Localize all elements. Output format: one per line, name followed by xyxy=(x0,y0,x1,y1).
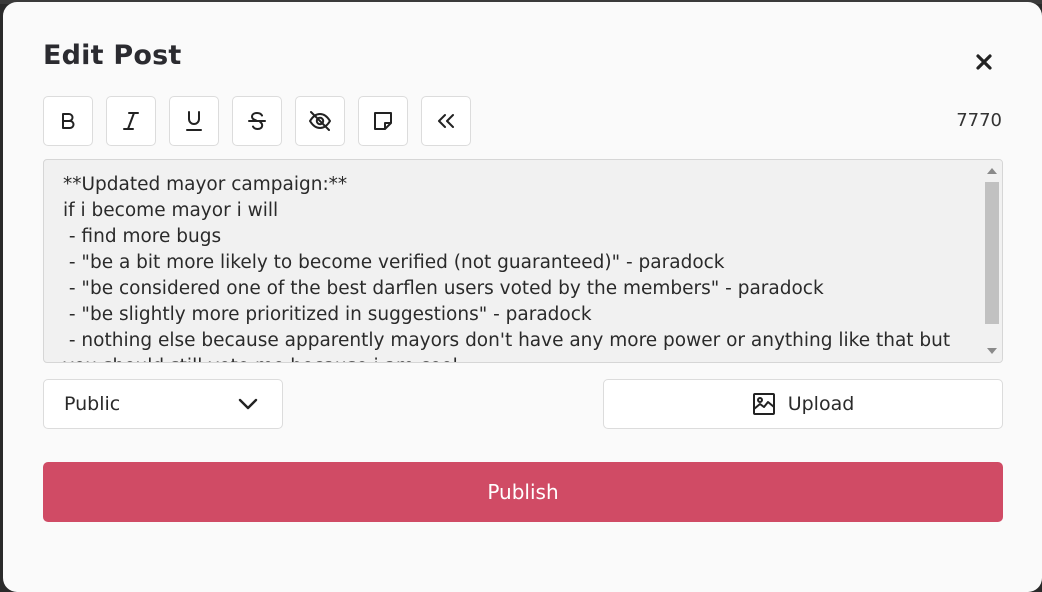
character-counter: 7770 xyxy=(956,110,1002,131)
italic-icon xyxy=(123,112,139,130)
sticky-note-icon xyxy=(374,112,392,130)
editor-scrollbar[interactable] xyxy=(982,160,1002,362)
editor-line: - "be slightly more prioritized in sugge… xyxy=(63,304,592,325)
editor-line: - nothing else because apparently mayors… xyxy=(63,330,951,351)
editor-line: - "be considered one of the best darflen… xyxy=(63,278,824,299)
underline-button[interactable] xyxy=(169,96,219,146)
publish-button[interactable]: Publish xyxy=(43,462,1003,522)
editor-line: if i become mayor i will xyxy=(63,200,279,221)
close-icon xyxy=(976,54,992,70)
scroll-thumb[interactable] xyxy=(985,182,999,324)
note-button[interactable] xyxy=(358,96,408,146)
scroll-down-arrow-icon[interactable] xyxy=(987,348,997,354)
publish-label: Publish xyxy=(487,480,559,504)
editor-line: - find more bugs xyxy=(63,226,222,247)
dialog-title: Edit Post xyxy=(43,40,182,71)
scroll-up-arrow-icon[interactable] xyxy=(987,168,997,174)
editor-line: - "be a bit more likely to become verifi… xyxy=(63,252,725,273)
bold-button[interactable] xyxy=(43,96,93,146)
image-icon xyxy=(752,393,775,415)
editor-line: **Updated mayor campaign:** xyxy=(63,174,348,195)
upload-button[interactable]: Upload xyxy=(603,379,1003,429)
chevron-down-icon xyxy=(238,398,258,410)
visibility-select[interactable]: Public xyxy=(43,379,283,429)
edit-post-dialog: Edit Post 7770 **Updated mayor campaign:… xyxy=(3,2,1042,592)
editor-line: you should still vote me because i am co… xyxy=(63,356,458,362)
spoiler-button[interactable] xyxy=(295,96,345,146)
visibility-selected-value: Public xyxy=(64,393,121,415)
italic-button[interactable] xyxy=(106,96,156,146)
underline-icon xyxy=(186,111,202,131)
post-content-editor[interactable]: **Updated mayor campaign:** if i become … xyxy=(43,159,1003,363)
strikethrough-icon xyxy=(248,111,266,131)
upload-label: Upload xyxy=(787,393,855,415)
strikethrough-button[interactable] xyxy=(232,96,282,146)
eye-slash-icon xyxy=(309,111,331,131)
close-button[interactable] xyxy=(971,49,997,75)
post-content-text[interactable]: **Updated mayor campaign:** if i become … xyxy=(63,172,981,362)
quote-button[interactable] xyxy=(421,96,471,146)
double-chevron-left-icon xyxy=(438,114,454,128)
bold-icon xyxy=(62,113,75,129)
